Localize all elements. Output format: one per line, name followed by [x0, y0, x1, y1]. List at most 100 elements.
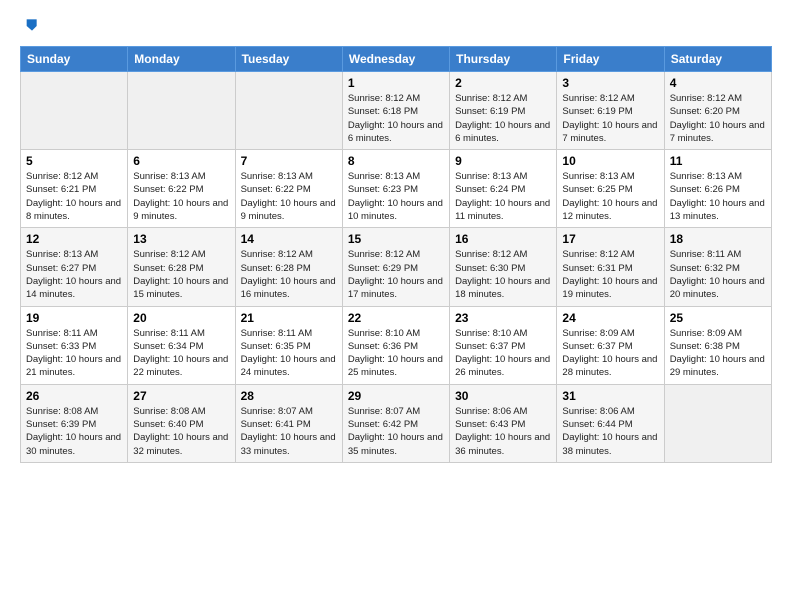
- calendar-cell: 20 Sunrise: 8:11 AM Sunset: 6:34 PM Dayli…: [128, 306, 235, 384]
- calendar-cell: 19 Sunrise: 8:11 AM Sunset: 6:33 PM Dayli…: [21, 306, 128, 384]
- day-number: 19: [26, 311, 122, 325]
- calendar-cell: 28 Sunrise: 8:07 AM Sunset: 6:41 PM Dayli…: [235, 384, 342, 462]
- day-detail: Sunrise: 8:07 AM Sunset: 6:41 PM Dayligh…: [241, 405, 337, 458]
- day-detail: Sunrise: 8:12 AM Sunset: 6:19 PM Dayligh…: [455, 92, 551, 145]
- day-number: 14: [241, 232, 337, 246]
- calendar-cell: 21 Sunrise: 8:11 AM Sunset: 6:35 PM Dayli…: [235, 306, 342, 384]
- calendar-cell: 27 Sunrise: 8:08 AM Sunset: 6:40 PM Dayli…: [128, 384, 235, 462]
- calendar-cell: 2 Sunrise: 8:12 AM Sunset: 6:19 PM Daylig…: [450, 72, 557, 150]
- page-header: [20, 16, 772, 36]
- calendar-cell: [128, 72, 235, 150]
- day-detail: Sunrise: 8:08 AM Sunset: 6:40 PM Dayligh…: [133, 405, 229, 458]
- day-number: 29: [348, 389, 444, 403]
- day-detail: Sunrise: 8:11 AM Sunset: 6:33 PM Dayligh…: [26, 327, 122, 380]
- week-row-4: 19 Sunrise: 8:11 AM Sunset: 6:33 PM Dayli…: [21, 306, 772, 384]
- calendar-table: SundayMondayTuesdayWednesdayThursdayFrid…: [20, 46, 772, 463]
- calendar-cell: [664, 384, 771, 462]
- calendar-cell: 22 Sunrise: 8:10 AM Sunset: 6:36 PM Dayli…: [342, 306, 449, 384]
- weekday-thursday: Thursday: [450, 47, 557, 72]
- weekday-tuesday: Tuesday: [235, 47, 342, 72]
- calendar-cell: [235, 72, 342, 150]
- day-number: 16: [455, 232, 551, 246]
- day-number: 3: [562, 76, 658, 90]
- day-detail: Sunrise: 8:13 AM Sunset: 6:26 PM Dayligh…: [670, 170, 766, 223]
- day-number: 2: [455, 76, 551, 90]
- logo: [20, 16, 44, 36]
- day-detail: Sunrise: 8:12 AM Sunset: 6:31 PM Dayligh…: [562, 248, 658, 301]
- day-number: 15: [348, 232, 444, 246]
- day-number: 8: [348, 154, 444, 168]
- day-detail: Sunrise: 8:12 AM Sunset: 6:28 PM Dayligh…: [241, 248, 337, 301]
- day-detail: Sunrise: 8:13 AM Sunset: 6:25 PM Dayligh…: [562, 170, 658, 223]
- day-detail: Sunrise: 8:07 AM Sunset: 6:42 PM Dayligh…: [348, 405, 444, 458]
- weekday-saturday: Saturday: [664, 47, 771, 72]
- week-row-3: 12 Sunrise: 8:13 AM Sunset: 6:27 PM Dayli…: [21, 228, 772, 306]
- day-number: 23: [455, 311, 551, 325]
- day-detail: Sunrise: 8:11 AM Sunset: 6:34 PM Dayligh…: [133, 327, 229, 380]
- day-detail: Sunrise: 8:10 AM Sunset: 6:36 PM Dayligh…: [348, 327, 444, 380]
- day-detail: Sunrise: 8:06 AM Sunset: 6:44 PM Dayligh…: [562, 405, 658, 458]
- weekday-sunday: Sunday: [21, 47, 128, 72]
- day-detail: Sunrise: 8:11 AM Sunset: 6:32 PM Dayligh…: [670, 248, 766, 301]
- day-number: 26: [26, 389, 122, 403]
- day-detail: Sunrise: 8:09 AM Sunset: 6:37 PM Dayligh…: [562, 327, 658, 380]
- calendar-cell: 30 Sunrise: 8:06 AM Sunset: 6:43 PM Dayli…: [450, 384, 557, 462]
- day-detail: Sunrise: 8:10 AM Sunset: 6:37 PM Dayligh…: [455, 327, 551, 380]
- day-detail: Sunrise: 8:11 AM Sunset: 6:35 PM Dayligh…: [241, 327, 337, 380]
- day-detail: Sunrise: 8:13 AM Sunset: 6:22 PM Dayligh…: [241, 170, 337, 223]
- calendar-cell: 9 Sunrise: 8:13 AM Sunset: 6:24 PM Daylig…: [450, 150, 557, 228]
- day-number: 20: [133, 311, 229, 325]
- calendar-cell: 24 Sunrise: 8:09 AM Sunset: 6:37 PM Dayli…: [557, 306, 664, 384]
- day-detail: Sunrise: 8:13 AM Sunset: 6:23 PM Dayligh…: [348, 170, 444, 223]
- week-row-1: 1Sunrise: 8:12 AM Sunset: 6:18 PM Daylig…: [21, 72, 772, 150]
- day-number: 30: [455, 389, 551, 403]
- calendar-cell: 6 Sunrise: 8:13 AM Sunset: 6:22 PM Daylig…: [128, 150, 235, 228]
- day-number: 10: [562, 154, 658, 168]
- calendar-cell: 11 Sunrise: 8:13 AM Sunset: 6:26 PM Dayli…: [664, 150, 771, 228]
- weekday-wednesday: Wednesday: [342, 47, 449, 72]
- calendar-cell: 16 Sunrise: 8:12 AM Sunset: 6:30 PM Dayli…: [450, 228, 557, 306]
- day-detail: Sunrise: 8:12 AM Sunset: 6:30 PM Dayligh…: [455, 248, 551, 301]
- day-detail: Sunrise: 8:13 AM Sunset: 6:24 PM Dayligh…: [455, 170, 551, 223]
- day-detail: Sunrise: 8:12 AM Sunset: 6:18 PM Dayligh…: [348, 92, 444, 145]
- day-detail: Sunrise: 8:13 AM Sunset: 6:22 PM Dayligh…: [133, 170, 229, 223]
- day-detail: Sunrise: 8:12 AM Sunset: 6:29 PM Dayligh…: [348, 248, 444, 301]
- calendar-cell: 5Sunrise: 8:12 AM Sunset: 6:21 PM Daylig…: [21, 150, 128, 228]
- week-row-5: 26Sunrise: 8:08 AM Sunset: 6:39 PM Dayli…: [21, 384, 772, 462]
- calendar-cell: 31 Sunrise: 8:06 AM Sunset: 6:44 PM Dayli…: [557, 384, 664, 462]
- day-number: 11: [670, 154, 766, 168]
- day-number: 31: [562, 389, 658, 403]
- weekday-monday: Monday: [128, 47, 235, 72]
- week-row-2: 5Sunrise: 8:12 AM Sunset: 6:21 PM Daylig…: [21, 150, 772, 228]
- calendar-cell: 29 Sunrise: 8:07 AM Sunset: 6:42 PM Dayli…: [342, 384, 449, 462]
- day-number: 12: [26, 232, 122, 246]
- day-detail: Sunrise: 8:09 AM Sunset: 6:38 PM Dayligh…: [670, 327, 766, 380]
- calendar-cell: 4 Sunrise: 8:12 AM Sunset: 6:20 PM Daylig…: [664, 72, 771, 150]
- weekday-header-row: SundayMondayTuesdayWednesdayThursdayFrid…: [21, 47, 772, 72]
- day-number: 21: [241, 311, 337, 325]
- day-detail: Sunrise: 8:12 AM Sunset: 6:20 PM Dayligh…: [670, 92, 766, 145]
- calendar-cell: 12 Sunrise: 8:13 AM Sunset: 6:27 PM Dayli…: [21, 228, 128, 306]
- day-number: 27: [133, 389, 229, 403]
- day-detail: Sunrise: 8:06 AM Sunset: 6:43 PM Dayligh…: [455, 405, 551, 458]
- calendar-cell: 17Sunrise: 8:12 AM Sunset: 6:31 PM Dayli…: [557, 228, 664, 306]
- day-number: 7: [241, 154, 337, 168]
- calendar-cell: 3Sunrise: 8:12 AM Sunset: 6:19 PM Daylig…: [557, 72, 664, 150]
- day-number: 28: [241, 389, 337, 403]
- calendar-cell: 23 Sunrise: 8:10 AM Sunset: 6:37 PM Dayli…: [450, 306, 557, 384]
- day-number: 6: [133, 154, 229, 168]
- calendar-cell: 7 Sunrise: 8:13 AM Sunset: 6:22 PM Daylig…: [235, 150, 342, 228]
- calendar-cell: 13 Sunrise: 8:12 AM Sunset: 6:28 PM Dayli…: [128, 228, 235, 306]
- calendar-cell: 26Sunrise: 8:08 AM Sunset: 6:39 PM Dayli…: [21, 384, 128, 462]
- day-number: 9: [455, 154, 551, 168]
- day-number: 4: [670, 76, 766, 90]
- day-number: 22: [348, 311, 444, 325]
- day-number: 25: [670, 311, 766, 325]
- day-number: 13: [133, 232, 229, 246]
- day-number: 24: [562, 311, 658, 325]
- day-detail: Sunrise: 8:13 AM Sunset: 6:27 PM Dayligh…: [26, 248, 122, 301]
- day-detail: Sunrise: 8:12 AM Sunset: 6:28 PM Dayligh…: [133, 248, 229, 301]
- day-detail: Sunrise: 8:12 AM Sunset: 6:21 PM Dayligh…: [26, 170, 122, 223]
- calendar-cell: 8 Sunrise: 8:13 AM Sunset: 6:23 PM Daylig…: [342, 150, 449, 228]
- calendar-cell: [21, 72, 128, 150]
